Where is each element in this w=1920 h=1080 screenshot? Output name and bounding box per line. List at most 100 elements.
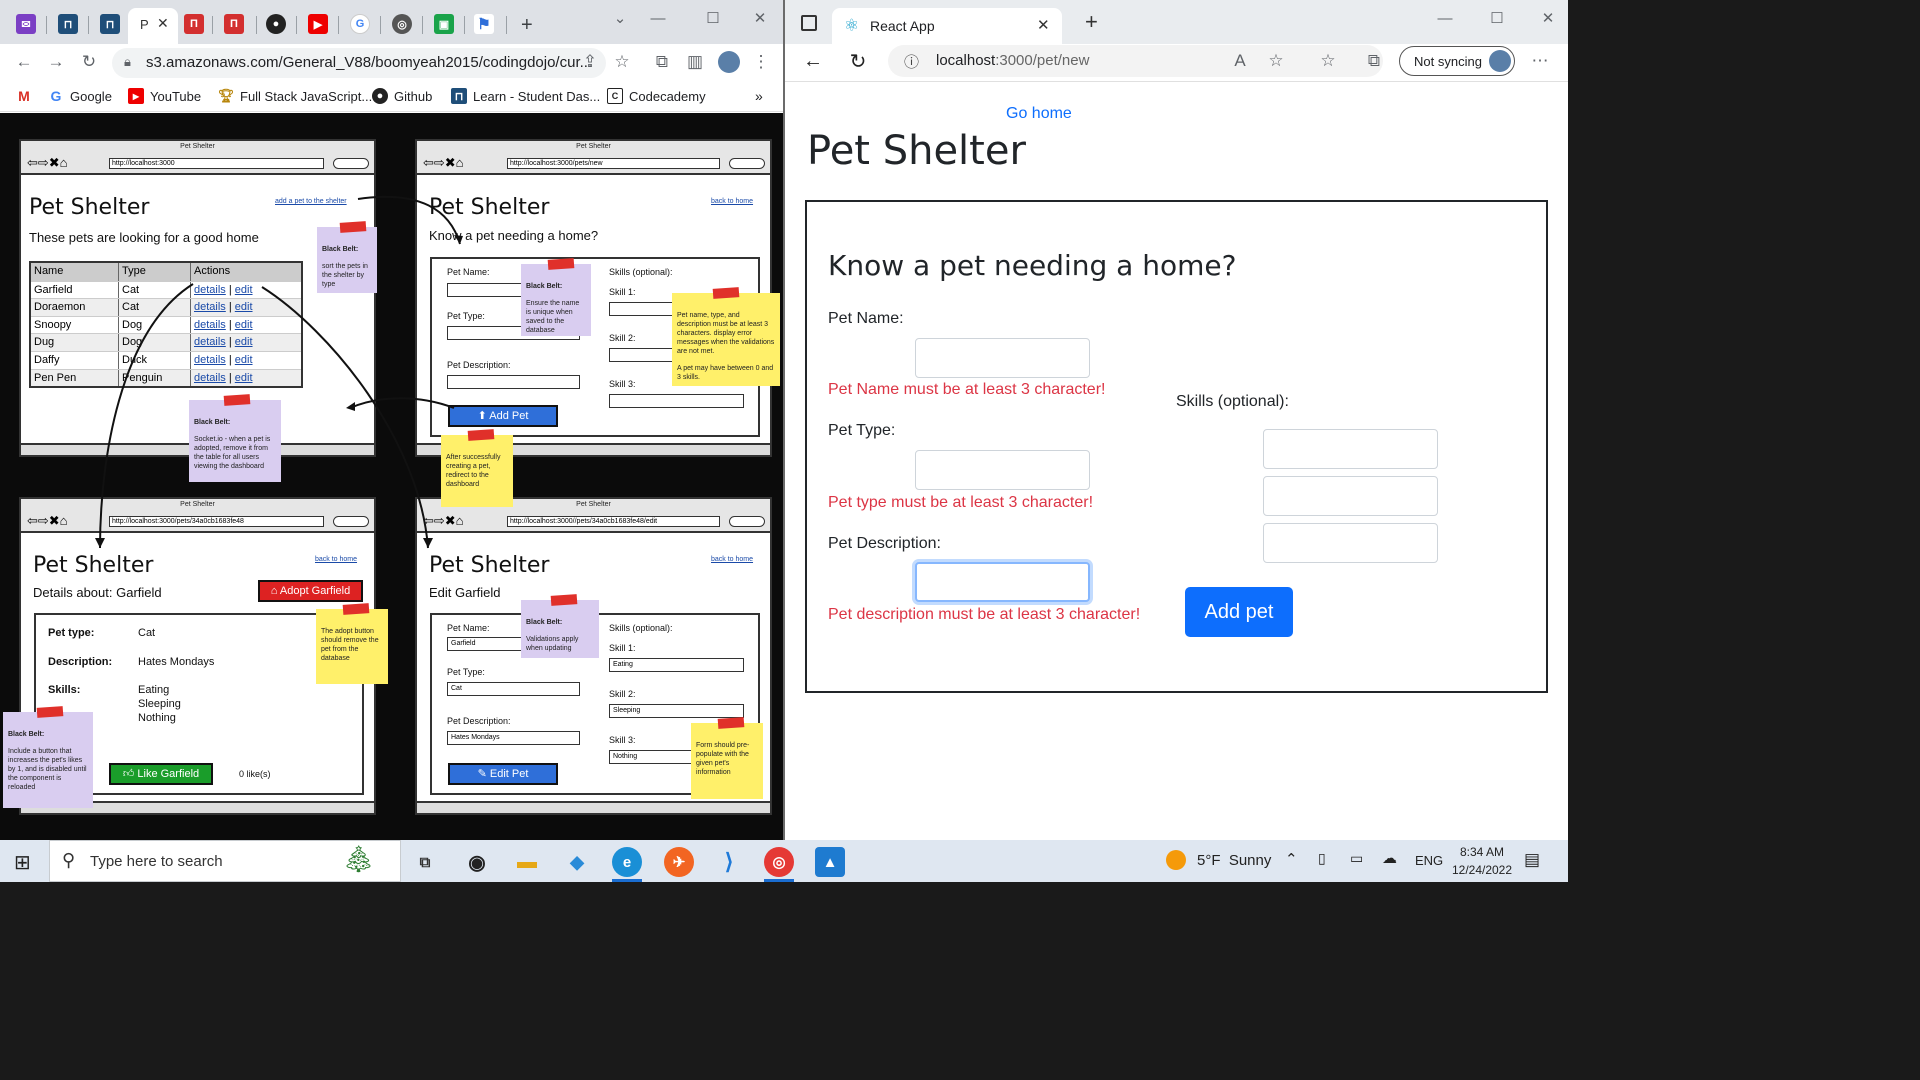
file-explorer-icon[interactable]: ▬	[512, 847, 542, 877]
pet-type-error: Pet type must be at least 3 character!	[828, 494, 1094, 511]
settings-menu-icon[interactable]: ⋯	[1528, 49, 1552, 73]
tape	[718, 717, 745, 729]
active-app-indicator	[764, 879, 794, 882]
notifications-icon[interactable]: ▤	[1524, 850, 1540, 870]
url-path: :3000/pet/new	[995, 52, 1090, 69]
chrome-window: ✉ ⊓ ⊓ P ✕ П П ● ▶ G ◎ ▣ ⚑ + ⌄ — ☐ ✕ ← → …	[0, 0, 783, 840]
profile-avatar	[1489, 50, 1511, 72]
vscode-icon[interactable]: ⟩	[714, 847, 744, 877]
favorites-icon[interactable]: ☆	[1316, 49, 1340, 73]
arrow-new-to-home	[349, 397, 455, 409]
tape	[223, 394, 251, 406]
active-tab[interactable]: ⚛ React App ✕	[832, 8, 1062, 44]
postman-icon[interactable]: ✈	[664, 847, 694, 877]
minimize-icon[interactable]: —	[1430, 6, 1460, 30]
note-likes: Black Belt: Include a button that increas…	[3, 706, 93, 808]
sync-label: Not syncing	[1414, 54, 1482, 69]
note-text: After successfully creating a pet, redir…	[446, 454, 501, 488]
clock-date: 12/24/2022	[1451, 863, 1513, 877]
collections-icon[interactable]: ⧉	[1362, 49, 1386, 73]
windows-start-icon[interactable]: ⊞	[14, 850, 31, 875]
skill-3-input[interactable]	[1263, 523, 1438, 563]
pet-description-input[interactable]	[915, 562, 1090, 602]
arrowhead	[95, 538, 105, 548]
arrow-details	[99, 283, 194, 549]
edge-window: ⚛ React App ✕ + — ☐ ✕ ← ↻ ⓘ localhost:30…	[785, 0, 1568, 840]
note-prepopulate: Form should pre-populate with the given …	[691, 717, 763, 799]
tape	[468, 429, 495, 441]
note-text: Include a button that increases the pet'…	[8, 748, 87, 791]
arrowhead	[346, 402, 355, 411]
weather-text[interactable]: 5°F Sunny	[1197, 852, 1271, 869]
tape	[712, 287, 740, 299]
obs-icon[interactable]: ◉	[462, 847, 492, 877]
onedrive-icon[interactable]: ☁	[1382, 849, 1397, 867]
note-title: Black Belt:	[322, 246, 359, 253]
note-text: Validations apply when updating	[526, 636, 579, 652]
tab-title: React App	[870, 18, 935, 34]
tape	[36, 706, 64, 718]
active-app-indicator	[612, 879, 642, 882]
note-validation: Pet name, type, and description must be …	[672, 287, 780, 386]
note-title: Black Belt:	[194, 419, 231, 426]
add-pet-button[interactable]: Add pet	[1185, 587, 1293, 637]
note-unique: Black Belt: Ensure the name is unique whe…	[521, 258, 591, 336]
tape	[547, 258, 574, 270]
note-text: Ensure the name is unique when saved to …	[526, 300, 580, 334]
photos-icon[interactable]: ▲	[815, 847, 845, 877]
tape	[339, 221, 367, 233]
note-text: The adopt button should remove the pet f…	[321, 628, 379, 662]
task-view-icon[interactable]: ⧉	[410, 847, 440, 877]
pet-type-label: Pet Type:	[828, 422, 896, 439]
url-host: localhost	[936, 52, 996, 69]
reload-icon[interactable]: ↻	[846, 49, 870, 73]
note-text: Socket.io - when a pet is adopted, remov…	[194, 436, 271, 470]
go-home-link[interactable]: Go home	[1006, 105, 1072, 123]
flow-arrows	[95, 195, 463, 549]
language-indicator[interactable]: ENG	[1415, 853, 1443, 868]
read-aloud-icon[interactable]: A	[1228, 49, 1252, 73]
skill-1-input[interactable]	[1263, 429, 1438, 469]
arrowhead	[423, 538, 433, 548]
back-icon[interactable]: ←	[801, 49, 825, 73]
add-favorite-icon[interactable]: ☆	[1264, 49, 1288, 73]
new-tab-icon[interactable]: +	[1085, 9, 1098, 35]
react-icon: ⚛	[844, 16, 860, 35]
pet-description-label: Pet Description:	[828, 535, 941, 552]
clock[interactable]: 8:34 AM 12/24/2022	[1450, 845, 1514, 877]
arrow-edit	[261, 286, 429, 549]
form-title: Know a pet needing a home?	[828, 249, 1237, 282]
arrowhead	[454, 235, 463, 244]
pet-name-input[interactable]	[915, 338, 1090, 378]
note-text: sort the pets in the shelter by type	[322, 263, 368, 288]
weather-sun-icon[interactable]	[1166, 850, 1186, 870]
skills-label: Skills (optional):	[1176, 393, 1289, 410]
note-text: A pet may have between 0 and 3 skills.	[677, 365, 774, 381]
sync-button[interactable]: Not syncing	[1399, 46, 1515, 76]
edge-icon[interactable]: e	[612, 847, 642, 877]
pet-name-label: Pet Name:	[828, 310, 904, 327]
skill-2-input[interactable]	[1263, 476, 1438, 516]
search-icon: ⚲	[62, 850, 76, 870]
address-bar[interactable]: ⓘ localhost:3000/pet/new	[888, 45, 1383, 77]
note-text: Pet name, type, and description must be …	[677, 312, 775, 355]
pet-type-input[interactable]	[915, 450, 1090, 490]
tab-actions-icon[interactable]	[801, 15, 817, 31]
note-text: Form should pre-populate with the given …	[696, 742, 750, 776]
battery-icon[interactable]: ▭	[1350, 850, 1363, 867]
tray-chevron-icon[interactable]: ⌃	[1285, 850, 1298, 868]
pet-name-error: Pet Name must be at least 3 character!	[828, 381, 1106, 398]
taskbar-search[interactable]: ⚲ Type here to search 🎄︎	[49, 840, 401, 882]
note-title: Black Belt:	[8, 731, 45, 738]
close-tab-icon[interactable]: ✕	[1037, 16, 1050, 34]
chrome-icon[interactable]: ◎	[764, 847, 794, 877]
maximize-icon[interactable]: ☐	[1482, 6, 1512, 30]
tape	[550, 594, 577, 606]
search-placeholder: Type here to search	[90, 853, 223, 870]
note-socket: Black Belt: Socket.io - when a pet is ado…	[189, 394, 281, 482]
clock-time: 8:34 AM	[1459, 845, 1505, 859]
meet-icon[interactable]: ▯	[1318, 850, 1326, 867]
app-icon[interactable]: ◆	[562, 847, 592, 877]
note-title: Black Belt:	[526, 619, 563, 626]
close-window-icon[interactable]: ✕	[1533, 6, 1563, 30]
